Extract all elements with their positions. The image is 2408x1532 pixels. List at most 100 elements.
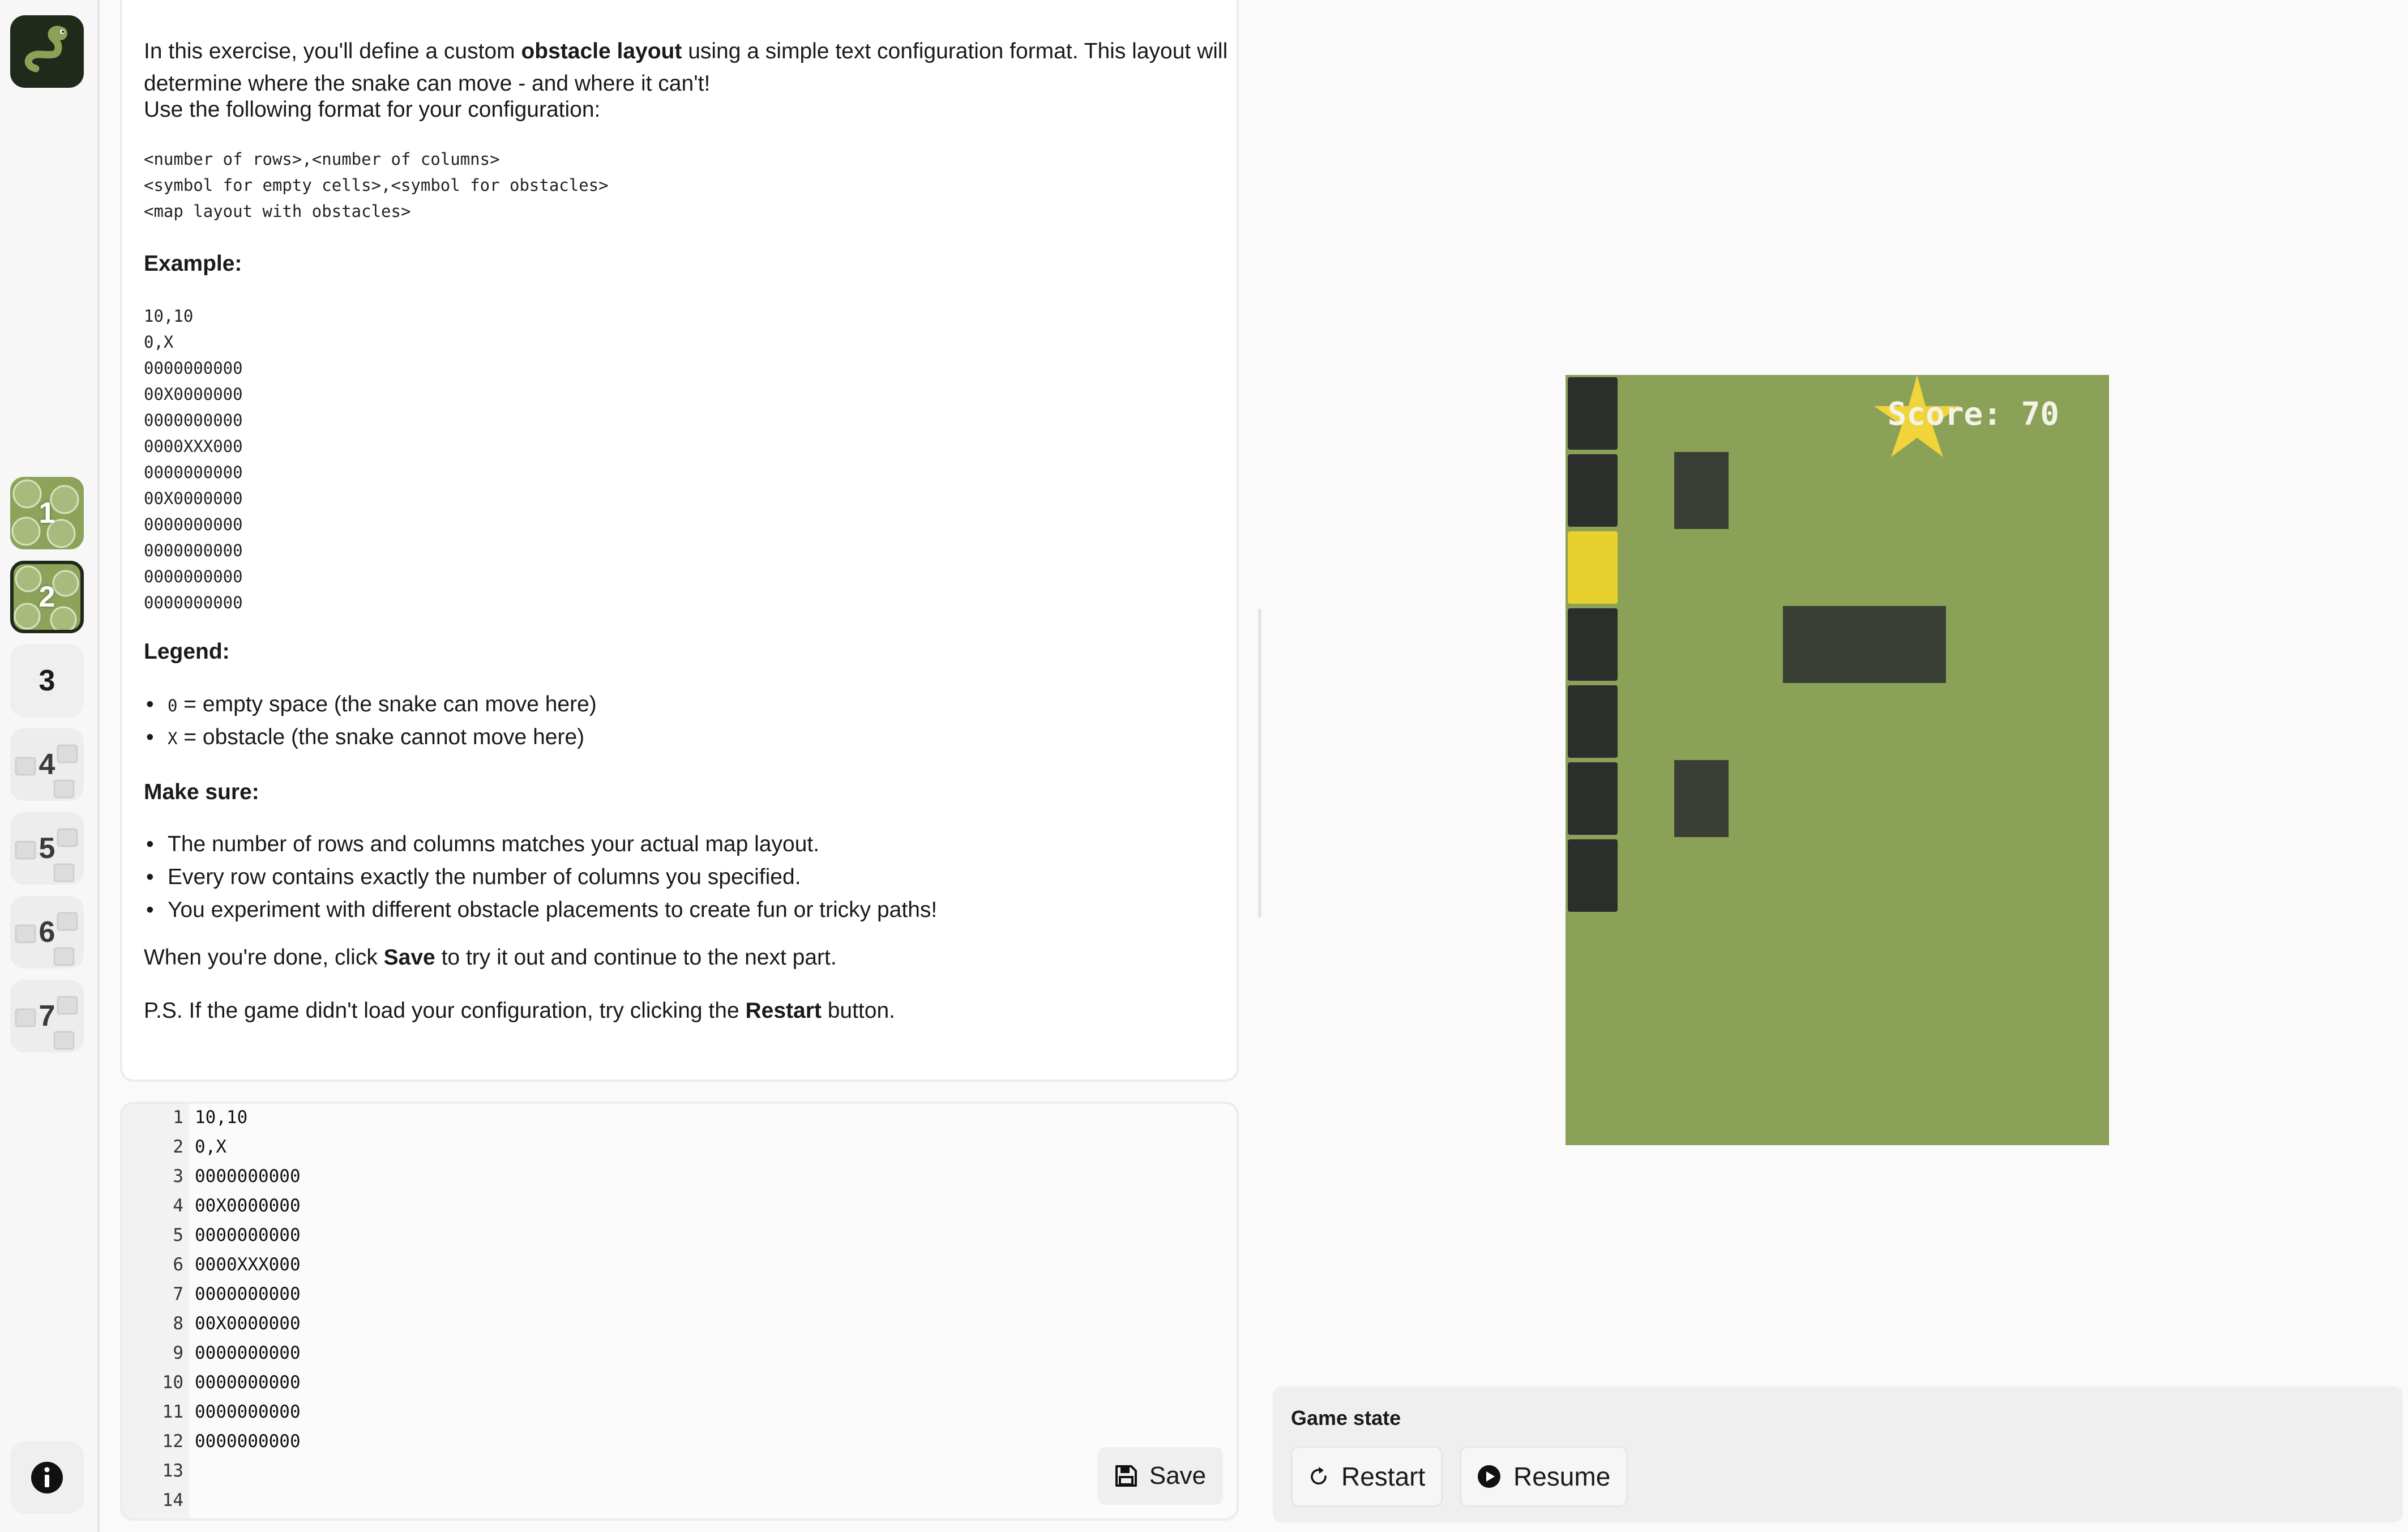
line-number: 5	[173, 1225, 183, 1245]
level-6-button[interactable]: 6	[10, 896, 84, 968]
code-line[interactable]: 10,10	[195, 1107, 247, 1128]
game-canvas: Score: 70	[1568, 375, 2059, 912]
example-heading: Example:	[144, 251, 242, 276]
line-number: 6	[173, 1254, 183, 1275]
example-line: 00X0000000	[144, 489, 243, 508]
restart-icon	[1311, 1467, 1327, 1485]
resume-label: Resume	[1513, 1462, 1611, 1491]
code-line[interactable]: 0000000000	[195, 1372, 301, 1393]
intro-paragraph: In this exercise, you'll define a custom…	[144, 35, 1227, 67]
example-line: 0000000000	[144, 411, 243, 430]
makesure-item: The number of rows and columns matches y…	[146, 832, 819, 857]
level-5-button[interactable]: 5	[10, 812, 84, 885]
snake-segment	[1568, 377, 1618, 450]
legend-heading: Legend:	[144, 639, 230, 664]
level-4-button[interactable]: 4	[10, 728, 84, 801]
ps-paragraph: P.S. If the game didn't load your config…	[144, 995, 895, 1027]
level-1-label: 1	[39, 497, 55, 530]
level-2-label: 2	[39, 581, 55, 613]
snake-logo-icon[interactable]	[10, 15, 84, 88]
legend-code: 0	[168, 696, 178, 715]
example-line: 00X0000000	[144, 385, 243, 404]
obstacle-block	[1674, 760, 1729, 837]
makesure-item: Every row contains exactly the number of…	[146, 865, 801, 890]
level-5-label: 5	[39, 832, 55, 865]
line-number: 12	[162, 1431, 183, 1452]
intro-text-after: using a simple text configuration format…	[682, 39, 1228, 63]
level-1-button[interactable]: 1	[10, 477, 84, 549]
makesure-heading: Make sure:	[144, 780, 259, 804]
code-line[interactable]: 00X0000000	[195, 1313, 301, 1334]
code-line[interactable]: 0000XXX000	[195, 1254, 301, 1275]
play-icon	[1478, 1465, 1500, 1488]
line-number: 14	[162, 1490, 183, 1510]
code-line[interactable]: 0000000000	[195, 1431, 301, 1452]
ps-text: P.S. If the game didn't load your config…	[144, 998, 746, 1023]
line-number: 1	[173, 1107, 183, 1128]
obstacle-block	[1674, 452, 1729, 529]
example-line: 0000000000	[144, 541, 243, 560]
game-board[interactable]: Score: 70	[1566, 375, 2109, 1145]
food-item	[1568, 531, 1618, 604]
restart-button[interactable]: Restart	[1291, 1446, 1443, 1507]
legend-text: = obstacle (the snake cannot move here)	[177, 725, 585, 749]
line-number: 13	[162, 1461, 183, 1481]
code-line[interactable]: 0000000000	[195, 1166, 301, 1187]
example-line: 0000000000	[144, 593, 243, 612]
config-editor[interactable]: 1 2 3 4 5 6 7 8 9 10 11 12 13 14 10,10 0,X 0000000000 00…	[120, 1102, 1239, 1521]
line-number: 8	[173, 1313, 183, 1334]
info-icon	[31, 1462, 63, 1493]
intro-text: In this exercise, you'll define a custom	[144, 39, 521, 63]
ps-text-after: button.	[821, 998, 895, 1023]
restart-label: Restart	[1341, 1462, 1426, 1491]
resume-button[interactable]: Resume	[1460, 1446, 1628, 1507]
line-number: 2	[173, 1137, 183, 1157]
example-line: 10,10	[144, 306, 194, 326]
line-number: 3	[173, 1166, 183, 1187]
level-7-label: 7	[39, 1000, 55, 1032]
level-3-label: 3	[39, 664, 55, 697]
info-button[interactable]	[10, 1441, 84, 1514]
done-text: When you're done, click	[144, 945, 384, 970]
code-line[interactable]: 0000000000	[195, 1225, 301, 1245]
code-line[interactable]: 00X0000000	[195, 1196, 301, 1216]
code-line[interactable]: 0000000000	[195, 1284, 301, 1304]
done-bold: Save	[383, 945, 435, 970]
level-7-button[interactable]: 7	[10, 980, 84, 1052]
level-4-label: 4	[39, 748, 55, 781]
code-line[interactable]: 0000000000	[195, 1402, 301, 1422]
legend-code: X	[168, 729, 178, 748]
format-line-1: <number of rows>,<number of columns>	[144, 150, 500, 169]
example-line: 0000000000	[144, 567, 243, 586]
done-text-after: to try it out and continue to the next p…	[435, 945, 837, 970]
legend-text: = empty space (the snake can move here)	[177, 692, 597, 716]
legend-item: X = obstacle (the snake cannot move here…	[146, 725, 585, 750]
line-number: 9	[173, 1343, 183, 1363]
level-2-button[interactable]: 2	[10, 561, 84, 633]
snake-segment	[1568, 454, 1618, 527]
example-line: 0000000000	[144, 515, 243, 534]
level-3-button[interactable]: 3	[10, 645, 84, 717]
resize-handle[interactable]	[1258, 609, 1261, 918]
example-line: 0000XXX000	[144, 437, 243, 456]
snake-segment	[1568, 762, 1618, 835]
line-number: 11	[162, 1402, 183, 1422]
format-intro: Use the following format for your config…	[144, 97, 601, 122]
level-6-label: 6	[39, 916, 55, 949]
example-line: 0,X	[144, 332, 174, 352]
line-number: 10	[162, 1372, 183, 1393]
intro-bold: obstacle layout	[521, 39, 682, 63]
code-line[interactable]: 0,X	[195, 1137, 226, 1157]
snake-segment	[1568, 685, 1618, 758]
example-line: 0000000000	[144, 463, 243, 482]
game-state-title: Game state	[1291, 1406, 1401, 1429]
save-button[interactable]: Save	[1097, 1447, 1223, 1505]
level-sidebar: 1 2 3 4 5 6 7	[0, 0, 100, 1532]
code-line[interactable]: 0000000000	[195, 1343, 301, 1363]
format-line-2: <symbol for empty cells>,<symbol for obs…	[144, 176, 609, 195]
line-number-gutter: 1 2 3 4 5 6 7 8 9 10 11 12 13 14	[122, 1104, 189, 1518]
ps-bold: Restart	[745, 998, 822, 1023]
snake-segment	[1568, 839, 1618, 912]
save-icon	[1115, 1465, 1137, 1487]
instructions-panel: In this exercise, you'll define a custom…	[120, 0, 1239, 1082]
